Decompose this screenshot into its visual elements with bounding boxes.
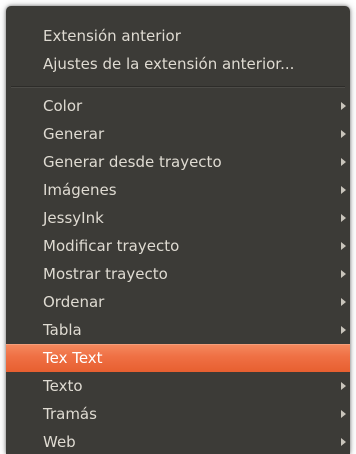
menu-item-ordenar[interactable]: Ordenar — [6, 288, 350, 316]
chevron-right-icon — [338, 176, 350, 204]
menu-item-label: Extensión anterior — [43, 27, 181, 45]
chevron-right-icon — [338, 204, 350, 232]
menu-item-imagenes[interactable]: Imágenes — [6, 176, 350, 204]
menu-item-generar[interactable]: Generar — [6, 120, 350, 148]
menu-item-label: Ordenar — [43, 293, 105, 311]
menu-item-web[interactable]: Web — [6, 428, 350, 454]
menu-item-label: Generar — [43, 125, 105, 143]
menu-item-jessyink[interactable]: JessyInk — [6, 204, 350, 232]
menu-item-tex-text[interactable]: Tex Text — [6, 344, 350, 372]
menu-item-previous-extension-settings[interactable]: Ajustes de la extensión anterior... — [6, 50, 350, 78]
chevron-right-icon — [338, 316, 350, 344]
menu-item-color[interactable]: Color — [6, 92, 350, 120]
menu-item-label: Mostrar trayecto — [43, 265, 168, 283]
menu-item-label: Tramás — [43, 405, 97, 423]
menu-item-label: Web — [43, 433, 76, 451]
menu-item-label: Modificar trayecto — [43, 237, 180, 255]
menu-item-tramas[interactable]: Tramás — [6, 400, 350, 428]
menu-item-label: Tabla — [43, 321, 82, 339]
menu-item-label: Color — [43, 97, 83, 115]
menu-item-previous-extension[interactable]: Extensión anterior — [6, 22, 350, 50]
menu-item-mostrar-trayecto[interactable]: Mostrar trayecto — [6, 260, 350, 288]
chevron-right-icon — [338, 428, 350, 454]
menu-item-generar-desde-trayecto[interactable]: Generar desde trayecto — [6, 148, 350, 176]
extensions-menu: Extensión anterior Ajustes de la extensi… — [6, 6, 350, 454]
menu-item-label: Texto — [43, 377, 83, 395]
chevron-right-icon — [338, 120, 350, 148]
menu-item-label: Imágenes — [43, 181, 117, 199]
menu-item-label: Tex Text — [43, 349, 103, 367]
chevron-right-icon — [338, 232, 350, 260]
menu-item-label: JessyInk — [43, 209, 104, 227]
menu-item-label: Generar desde trayecto — [43, 153, 222, 171]
chevron-right-icon — [338, 288, 350, 316]
chevron-right-icon — [338, 372, 350, 400]
menu-separator — [11, 86, 345, 88]
menu-item-texto[interactable]: Texto — [6, 372, 350, 400]
chevron-right-icon — [338, 148, 350, 176]
chevron-right-icon — [338, 400, 350, 428]
menu-item-label: Ajustes de la extensión anterior... — [43, 55, 295, 73]
menu-item-tabla[interactable]: Tabla — [6, 316, 350, 344]
chevron-right-icon — [338, 260, 350, 288]
menu-item-modificar-trayecto[interactable]: Modificar trayecto — [6, 232, 350, 260]
chevron-right-icon — [338, 92, 350, 120]
